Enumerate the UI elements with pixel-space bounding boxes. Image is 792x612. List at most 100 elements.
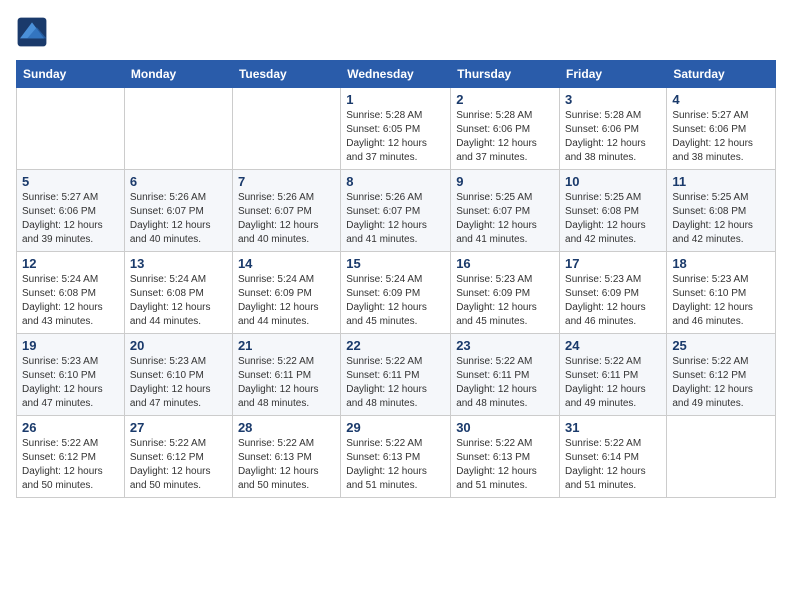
day-info: Sunrise: 5:23 AM Sunset: 6:10 PM Dayligh…	[672, 273, 770, 329]
weekday-header-thursday: Thursday	[451, 61, 560, 88]
day-number: 15	[346, 256, 445, 271]
calendar-cell: 5 Sunrise: 5:27 AM Sunset: 6:06 PM Daylig…	[17, 170, 125, 252]
day-number: 7	[238, 174, 335, 189]
day-info: Sunrise: 5:25 AM Sunset: 6:08 PM Dayligh…	[565, 191, 661, 247]
day-info: Sunrise: 5:24 AM Sunset: 6:09 PM Dayligh…	[346, 273, 445, 329]
day-info: Sunrise: 5:22 AM Sunset: 6:12 PM Dayligh…	[22, 437, 119, 493]
logo-icon	[16, 16, 48, 48]
day-info: Sunrise: 5:22 AM Sunset: 6:14 PM Dayligh…	[565, 437, 661, 493]
calendar-table: SundayMondayTuesdayWednesdayThursdayFrid…	[16, 60, 776, 498]
day-number: 22	[346, 338, 445, 353]
week-row-1: 1Sunrise: 5:28 AM Sunset: 6:05 PM Daylig…	[17, 88, 776, 170]
day-number: 10	[565, 174, 661, 189]
day-number: 30	[456, 420, 554, 435]
day-info: Sunrise: 5:28 AM Sunset: 6:06 PM Dayligh…	[456, 109, 554, 165]
day-info: Sunrise: 5:22 AM Sunset: 6:12 PM Dayligh…	[672, 355, 770, 411]
day-number: 1	[346, 92, 445, 107]
day-number: 9	[456, 174, 554, 189]
calendar-cell: 13Sunrise: 5:24 AM Sunset: 6:08 PM Dayli…	[124, 252, 232, 334]
day-info: Sunrise: 5:25 AM Sunset: 6:08 PM Dayligh…	[672, 191, 770, 247]
calendar-cell: 20 Sunrise: 5:23 AM Sunset: 6:10 PM Dayli…	[124, 334, 232, 416]
day-number: 16	[456, 256, 554, 271]
day-info: Sunrise: 5:26 AM Sunset: 6:07 PM Dayligh…	[238, 191, 335, 247]
day-number: 29	[346, 420, 445, 435]
day-info: Sunrise: 5:22 AM Sunset: 6:11 PM Dayligh…	[346, 355, 445, 411]
calendar-cell	[17, 88, 125, 170]
week-row-3: 12 Sunrise: 5:24 AM Sunset: 6:08 PM Dayli…	[17, 252, 776, 334]
day-info: Sunrise: 5:28 AM Sunset: 6:06 PM Dayligh…	[565, 109, 661, 165]
day-number: 13	[130, 256, 227, 271]
day-info: Sunrise: 5:22 AM Sunset: 6:11 PM Dayligh…	[565, 355, 661, 411]
day-info: Sunrise: 5:23 AM Sunset: 6:09 PM Dayligh…	[456, 273, 554, 329]
day-number: 31	[565, 420, 661, 435]
day-info: Sunrise: 5:24 AM Sunset: 6:08 PM Dayligh…	[22, 273, 119, 329]
weekday-header-saturday: Saturday	[667, 61, 776, 88]
day-number: 20	[130, 338, 227, 353]
calendar-cell: 22 Sunrise: 5:22 AM Sunset: 6:11 PM Dayli…	[341, 334, 451, 416]
day-info: Sunrise: 5:24 AM Sunset: 6:09 PM Dayligh…	[238, 273, 335, 329]
logo	[16, 16, 52, 48]
day-number: 19	[22, 338, 119, 353]
weekday-header-wednesday: Wednesday	[341, 61, 451, 88]
day-number: 17	[565, 256, 661, 271]
calendar-cell: 3 Sunrise: 5:28 AM Sunset: 6:06 PM Daylig…	[560, 88, 667, 170]
calendar-cell: 1Sunrise: 5:28 AM Sunset: 6:05 PM Daylig…	[341, 88, 451, 170]
day-number: 11	[672, 174, 770, 189]
day-number: 2	[456, 92, 554, 107]
calendar-cell: 8Sunrise: 5:26 AM Sunset: 6:07 PM Daylig…	[341, 170, 451, 252]
calendar-cell: 4 Sunrise: 5:27 AM Sunset: 6:06 PM Daylig…	[667, 88, 776, 170]
weekday-header-row: SundayMondayTuesdayWednesdayThursdayFrid…	[17, 61, 776, 88]
calendar-cell: 30 Sunrise: 5:22 AM Sunset: 6:13 PM Dayli…	[451, 416, 560, 498]
calendar-cell: 11 Sunrise: 5:25 AM Sunset: 6:08 PM Dayli…	[667, 170, 776, 252]
day-info: Sunrise: 5:23 AM Sunset: 6:10 PM Dayligh…	[22, 355, 119, 411]
calendar-cell: 28Sunrise: 5:22 AM Sunset: 6:13 PM Dayli…	[232, 416, 340, 498]
day-info: Sunrise: 5:23 AM Sunset: 6:09 PM Dayligh…	[565, 273, 661, 329]
day-number: 4	[672, 92, 770, 107]
day-info: Sunrise: 5:26 AM Sunset: 6:07 PM Dayligh…	[130, 191, 227, 247]
calendar-cell: 12 Sunrise: 5:24 AM Sunset: 6:08 PM Dayli…	[17, 252, 125, 334]
day-number: 27	[130, 420, 227, 435]
calendar-cell	[124, 88, 232, 170]
day-number: 14	[238, 256, 335, 271]
week-row-2: 5 Sunrise: 5:27 AM Sunset: 6:06 PM Daylig…	[17, 170, 776, 252]
day-number: 5	[22, 174, 119, 189]
calendar-cell: 29 Sunrise: 5:22 AM Sunset: 6:13 PM Dayli…	[341, 416, 451, 498]
calendar-cell: 16 Sunrise: 5:23 AM Sunset: 6:09 PM Dayli…	[451, 252, 560, 334]
day-number: 6	[130, 174, 227, 189]
calendar-cell: 14 Sunrise: 5:24 AM Sunset: 6:09 PM Dayli…	[232, 252, 340, 334]
weekday-header-tuesday: Tuesday	[232, 61, 340, 88]
calendar-cell: 17 Sunrise: 5:23 AM Sunset: 6:09 PM Dayli…	[560, 252, 667, 334]
calendar-cell	[232, 88, 340, 170]
weekday-header-monday: Monday	[124, 61, 232, 88]
day-number: 24	[565, 338, 661, 353]
day-info: Sunrise: 5:26 AM Sunset: 6:07 PM Dayligh…	[346, 191, 445, 247]
calendar-cell: 7 Sunrise: 5:26 AM Sunset: 6:07 PM Daylig…	[232, 170, 340, 252]
day-number: 18	[672, 256, 770, 271]
calendar-cell: 6 Sunrise: 5:26 AM Sunset: 6:07 PM Daylig…	[124, 170, 232, 252]
day-info: Sunrise: 5:22 AM Sunset: 6:13 PM Dayligh…	[456, 437, 554, 493]
calendar-cell: 15 Sunrise: 5:24 AM Sunset: 6:09 PM Dayli…	[341, 252, 451, 334]
day-number: 21	[238, 338, 335, 353]
day-info: Sunrise: 5:22 AM Sunset: 6:12 PM Dayligh…	[130, 437, 227, 493]
day-info: Sunrise: 5:23 AM Sunset: 6:10 PM Dayligh…	[130, 355, 227, 411]
day-info: Sunrise: 5:22 AM Sunset: 6:11 PM Dayligh…	[238, 355, 335, 411]
calendar-cell: 18 Sunrise: 5:23 AM Sunset: 6:10 PM Dayli…	[667, 252, 776, 334]
day-info: Sunrise: 5:27 AM Sunset: 6:06 PM Dayligh…	[672, 109, 770, 165]
calendar-cell: 19 Sunrise: 5:23 AM Sunset: 6:10 PM Dayli…	[17, 334, 125, 416]
day-info: Sunrise: 5:22 AM Sunset: 6:13 PM Dayligh…	[346, 437, 445, 493]
calendar-cell: 27 Sunrise: 5:22 AM Sunset: 6:12 PM Dayli…	[124, 416, 232, 498]
day-number: 3	[565, 92, 661, 107]
day-number: 28	[238, 420, 335, 435]
calendar-cell: 23Sunrise: 5:22 AM Sunset: 6:11 PM Dayli…	[451, 334, 560, 416]
day-info: Sunrise: 5:27 AM Sunset: 6:06 PM Dayligh…	[22, 191, 119, 247]
calendar-cell: 10 Sunrise: 5:25 AM Sunset: 6:08 PM Dayli…	[560, 170, 667, 252]
week-row-4: 19 Sunrise: 5:23 AM Sunset: 6:10 PM Dayli…	[17, 334, 776, 416]
page-header	[16, 16, 776, 48]
day-number: 25	[672, 338, 770, 353]
day-info: Sunrise: 5:25 AM Sunset: 6:07 PM Dayligh…	[456, 191, 554, 247]
calendar-cell: 2 Sunrise: 5:28 AM Sunset: 6:06 PM Daylig…	[451, 88, 560, 170]
day-number: 23	[456, 338, 554, 353]
day-number: 12	[22, 256, 119, 271]
calendar-cell: 21 Sunrise: 5:22 AM Sunset: 6:11 PM Dayli…	[232, 334, 340, 416]
weekday-header-sunday: Sunday	[17, 61, 125, 88]
